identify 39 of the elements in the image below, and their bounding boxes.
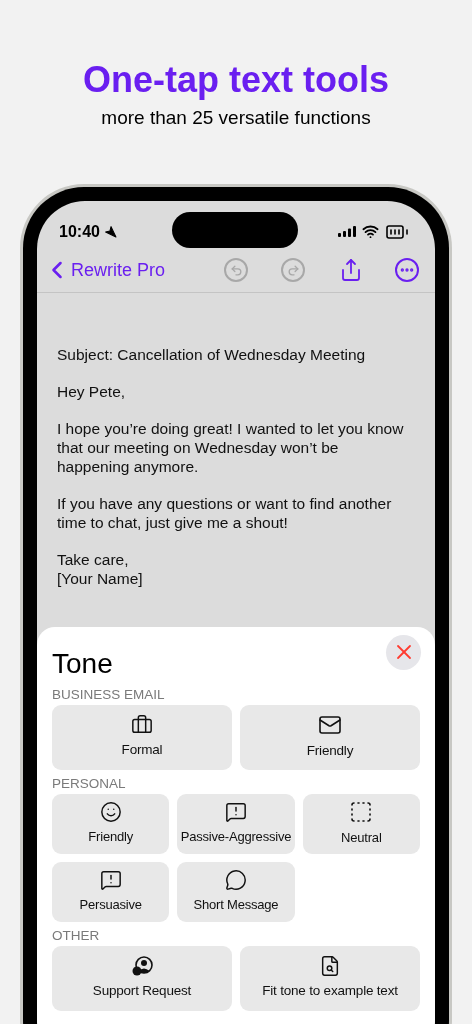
close-button[interactable]	[386, 634, 421, 670]
document-search-icon	[319, 954, 341, 977]
signal-icon	[338, 226, 356, 237]
share-icon	[339, 258, 363, 282]
subtitle: more than 25 versatile functions	[101, 106, 371, 130]
dashed-square-icon	[349, 799, 374, 824]
document-paragraph: Hey Pete,	[57, 381, 127, 401]
more-button[interactable]	[395, 258, 419, 282]
tone-button[interactable]: Support Request	[52, 945, 232, 1011]
document-paragraph: I hope you’re doing great! I wanted to let you know that our meeting on Wednesday won’t be happening anymore.	[57, 418, 405, 476]
sheet-title: Tone	[52, 646, 113, 681]
section-header: OTHER	[52, 927, 101, 944]
tone-button[interactable]: Persuasive	[52, 861, 170, 922]
document-paragraph: If you have any questions or want to find another time to chat, just give me a shout!	[57, 493, 393, 532]
speech-bubble-icon	[225, 868, 247, 891]
document-paragraph: Take care, [Your Name]	[57, 549, 144, 588]
redo-icon	[286, 263, 300, 277]
smiley-icon	[99, 800, 122, 823]
undo-icon	[229, 263, 243, 277]
exclamation-bubble-icon	[225, 800, 247, 823]
support-person-icon	[131, 954, 153, 977]
tone-button[interactable]: Neutral	[302, 793, 420, 854]
document-paragraph: Subject: Cancellation of Wednesday Meeting	[57, 344, 367, 364]
share-button[interactable]	[339, 258, 363, 282]
location-arrow-icon	[103, 225, 117, 238]
tone-button[interactable]: Fit tone to example text	[240, 945, 420, 1011]
status-time: 10:40	[59, 221, 100, 242]
headline: One-tap text tools	[83, 58, 389, 102]
tone-button[interactable]: Passive-Aggressive	[177, 793, 295, 854]
tone-button[interactable]: Friendly	[52, 793, 170, 854]
section-header: PERSONAL	[52, 775, 127, 792]
tone-button[interactable]: Short Message	[177, 861, 295, 922]
briefcase-icon	[131, 713, 153, 736]
tone-button[interactable]: Friendly	[240, 704, 420, 770]
back-button[interactable]: Rewrite Pro	[43, 256, 166, 284]
wifi-icon	[362, 223, 379, 240]
tone-button[interactable]: Formal	[52, 704, 232, 770]
section-header: BUSINESS EMAIL	[52, 686, 166, 703]
exclamation-bubble-icon	[99, 868, 122, 891]
